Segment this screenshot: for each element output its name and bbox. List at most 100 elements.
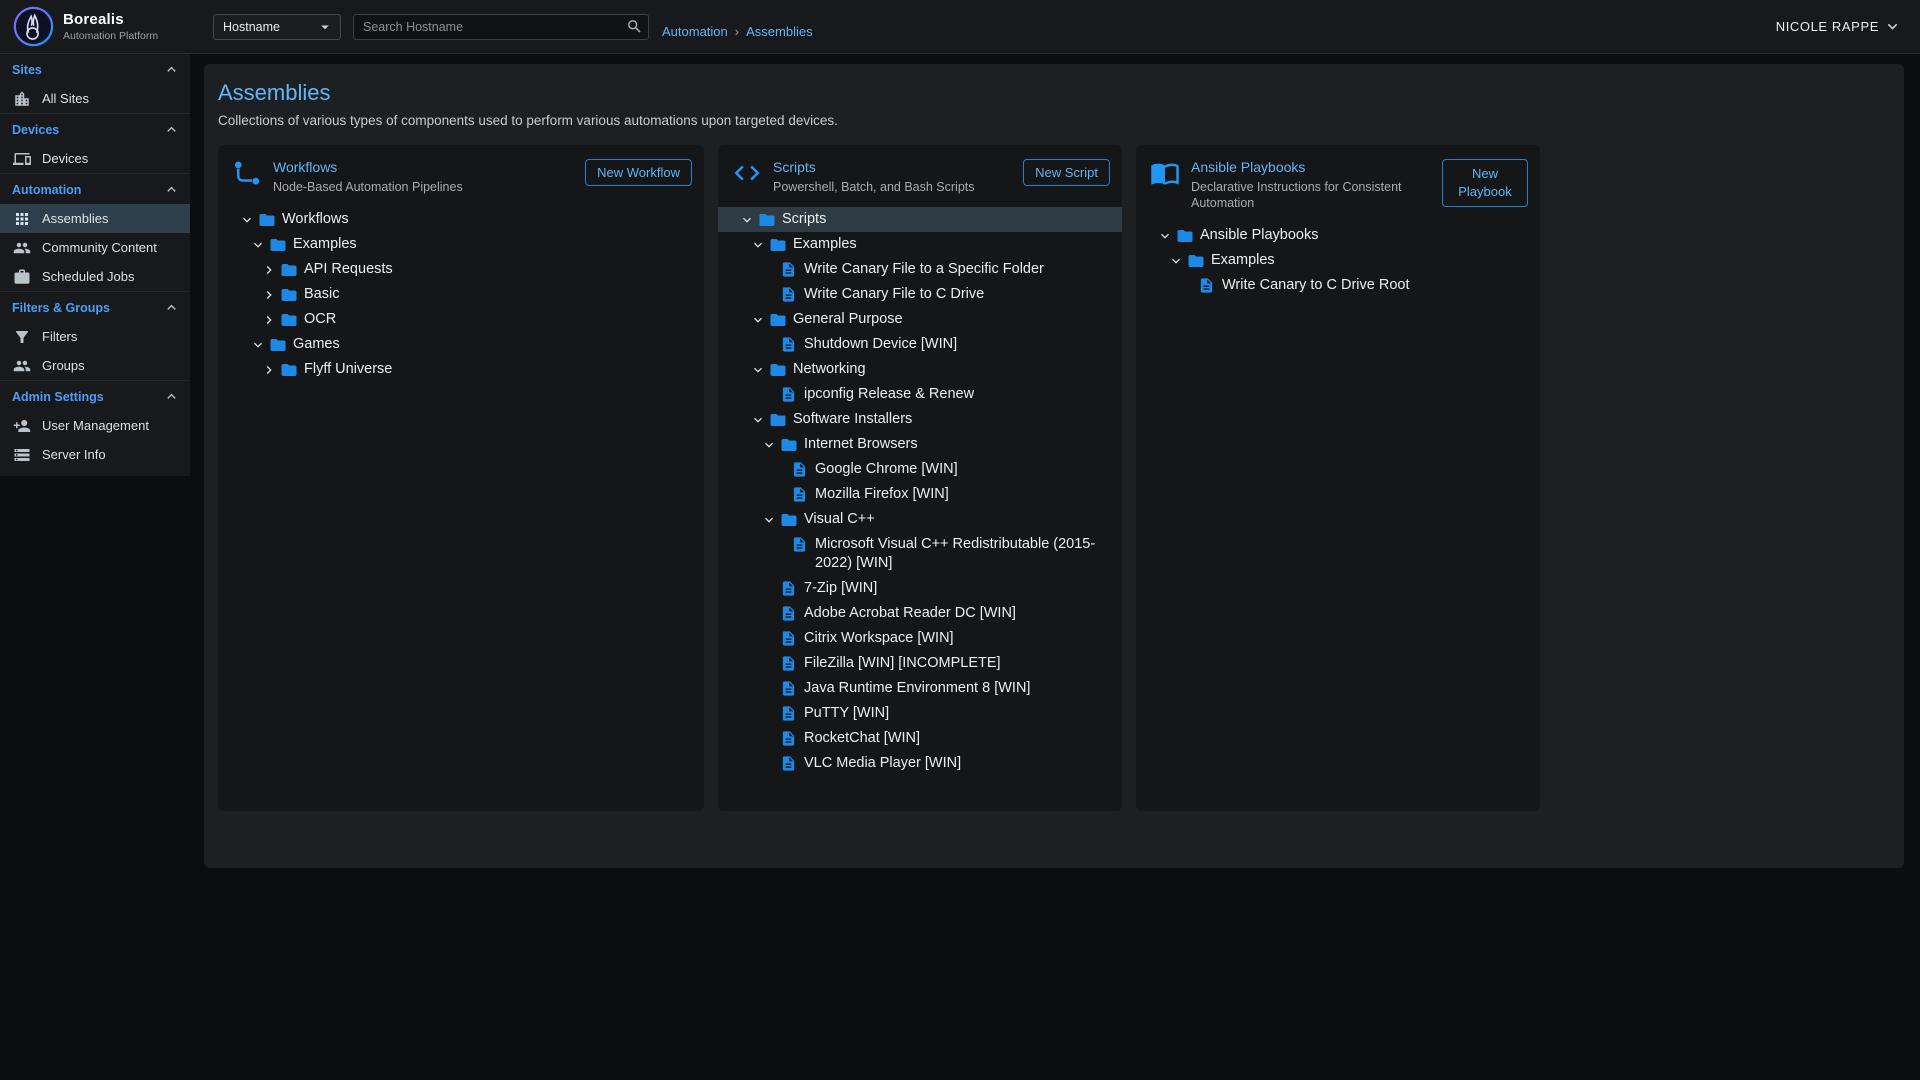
sidebar-item-label: Groups [42,358,85,373]
scripts-card-header: Scripts Powershell, Batch, and Bash Scri… [718,145,1122,201]
tree-item-label: Scripts [782,207,836,232]
file-icon [780,257,804,282]
sidebar-item-all-sites[interactable]: All Sites [0,84,190,113]
user-menu[interactable]: NICOLE RAPPE [1776,17,1902,36]
sidebar-item-scheduled-jobs[interactable]: Scheduled Jobs [0,262,190,291]
chevron-down-icon[interactable] [247,232,269,257]
tree-file-write-canary-file-to-c-drive[interactable]: Write Canary File to C Drive [718,282,1122,307]
sidebar-section-label: Automation [12,183,81,197]
tree-folder-general-purpose[interactable]: General Purpose [718,307,1122,332]
tree-file-shutdown-device-win[interactable]: Shutdown Device [WIN] [718,332,1122,357]
breadcrumb-separator: › [735,24,739,39]
tree-file-citrix-workspace-win[interactable]: Citrix Workspace [WIN] [718,626,1122,651]
sidebar-item-groups[interactable]: Groups [0,351,190,380]
tree-folder-examples[interactable]: Examples [218,232,704,257]
file-icon [780,676,804,701]
file-icon [1198,273,1222,298]
tree-file-microsoft-visual-c-redistributable-2015-2022-win[interactable]: Microsoft Visual C++ Redistributable (20… [718,532,1122,576]
chevron-down-icon[interactable] [1165,248,1187,273]
chevron-down-icon[interactable] [758,507,780,532]
tree-folder-api-requests[interactable]: API Requests [218,257,704,282]
file-icon [780,332,804,357]
chevron-down-icon[interactable] [736,207,758,232]
search-input[interactable] [353,14,649,40]
tree-file-putty-win[interactable]: PuTTY [WIN] [718,701,1122,726]
sidebar-section-header-automation[interactable]: Automation [0,174,190,204]
chevron-down-icon[interactable] [747,232,769,257]
chevron-spacer [769,532,791,557]
chevron-down-icon[interactable] [747,357,769,382]
chevron-right-icon[interactable] [258,257,280,282]
tree-folder-examples[interactable]: Examples [718,232,1122,257]
chevron-spacer [758,626,780,651]
chevron-right-icon[interactable] [258,282,280,307]
page-description: Collections of various types of componen… [218,113,1890,128]
playbooks-card-header: Ansible Playbooks Declarative Instructio… [1136,145,1540,217]
tree-folder-games[interactable]: Games [218,332,704,357]
tree-file-java-runtime-environment-8-win[interactable]: Java Runtime Environment 8 [WIN] [718,676,1122,701]
sidebar-section-header-admin-settings[interactable]: Admin Settings [0,381,190,411]
sidebar-item-filters[interactable]: Filters [0,322,190,351]
chevron-spacer [769,482,791,507]
tree-folder-scripts[interactable]: Scripts [718,207,1122,232]
chevron-down-icon[interactable] [1154,223,1176,248]
tree-file-write-canary-to-c-drive-root[interactable]: Write Canary to C Drive Root [1136,273,1540,298]
tree-file-adobe-acrobat-reader-dc-win[interactable]: Adobe Acrobat Reader DC [WIN] [718,601,1122,626]
scripts-card-titles: Scripts Powershell, Batch, and Bash Scri… [773,158,1012,195]
tree-file-filezilla-win-incomplete[interactable]: FileZilla [WIN] [INCOMPLETE] [718,651,1122,676]
tree-folder-examples[interactable]: Examples [1136,248,1540,273]
tree-file-google-chrome-win[interactable]: Google Chrome [WIN] [718,457,1122,482]
workflows-card-header: Workflows Node-Based Automation Pipeline… [218,145,704,201]
chevron-down-icon[interactable] [747,407,769,432]
sidebar-item-community-content[interactable]: Community Content [0,233,190,262]
search-icon[interactable] [626,18,643,35]
workflow-icon [232,158,262,188]
tree-folder-basic[interactable]: Basic [218,282,704,307]
file-icon [791,482,815,507]
breadcrumb-automation[interactable]: Automation [662,24,728,39]
sidebar-item-devices[interactable]: Devices [0,144,190,173]
sidebar-item-assemblies[interactable]: Assemblies [0,204,190,233]
tree-folder-software-installers[interactable]: Software Installers [718,407,1122,432]
tree-item-label: Microsoft Visual C++ Redistributable (20… [815,532,1122,576]
chevron-down-icon[interactable] [747,307,769,332]
chevron-right-icon[interactable] [258,307,280,332]
tree-folder-internet-browsers[interactable]: Internet Browsers [718,432,1122,457]
new-workflow-button[interactable]: New Workflow [585,159,692,186]
breadcrumb-assemblies[interactable]: Assemblies [746,24,812,39]
tree-file-vlc-media-player-win[interactable]: VLC Media Player [WIN] [718,751,1122,776]
tree-file-write-canary-file-to-a-specific-folder[interactable]: Write Canary File to a Specific Folder [718,257,1122,282]
chevron-down-icon[interactable] [236,207,258,232]
folder-icon [269,232,293,257]
sidebar-section-header-sites[interactable]: Sites [0,54,190,84]
sidebar-section-header-devices[interactable]: Devices [0,114,190,144]
tree-folder-workflows[interactable]: Workflows [218,207,704,232]
tree-file-mozilla-firefox-win[interactable]: Mozilla Firefox [WIN] [718,482,1122,507]
tree-item-label: API Requests [304,257,403,282]
sidebar-item-server-info[interactable]: Server Info [0,440,190,469]
tree-file-ipconfig-release-renew[interactable]: ipconfig Release & Renew [718,382,1122,407]
sidebar-item-user-management[interactable]: User Management [0,411,190,440]
tree-file-7-zip-win[interactable]: 7-Zip [WIN] [718,576,1122,601]
tree-item-label: RocketChat [WIN] [804,726,930,751]
tree-file-rocketchat-win[interactable]: RocketChat [WIN] [718,726,1122,751]
tree-folder-flyff-universe[interactable]: Flyff Universe [218,357,704,382]
hostname-select[interactable]: Hostname [213,14,341,40]
chevron-right-icon[interactable] [258,357,280,382]
tree-item-label: Ansible Playbooks [1200,223,1329,248]
chevron-down-icon[interactable] [247,332,269,357]
chevron-spacer [758,726,780,751]
tree-folder-ansible-playbooks[interactable]: Ansible Playbooks [1136,223,1540,248]
borealis-app: Borealis Automation Platform Hostname Au… [0,0,1920,1080]
tree-item-label: 7-Zip [WIN] [804,576,887,601]
new-playbook-button[interactable]: New Playbook [1442,159,1528,207]
card-title: Workflows [273,159,574,175]
sidebar-section-header-filters-groups[interactable]: Filters & Groups [0,292,190,322]
tree-folder-networking[interactable]: Networking [718,357,1122,382]
chevron-down-icon[interactable] [758,432,780,457]
chevron-spacer [769,457,791,482]
tree-folder-ocr[interactable]: OCR [218,307,704,332]
tree-folder-visual-c[interactable]: Visual C++ [718,507,1122,532]
sidebar-item-label: Devices [42,151,88,166]
new-script-button[interactable]: New Script [1023,159,1110,186]
